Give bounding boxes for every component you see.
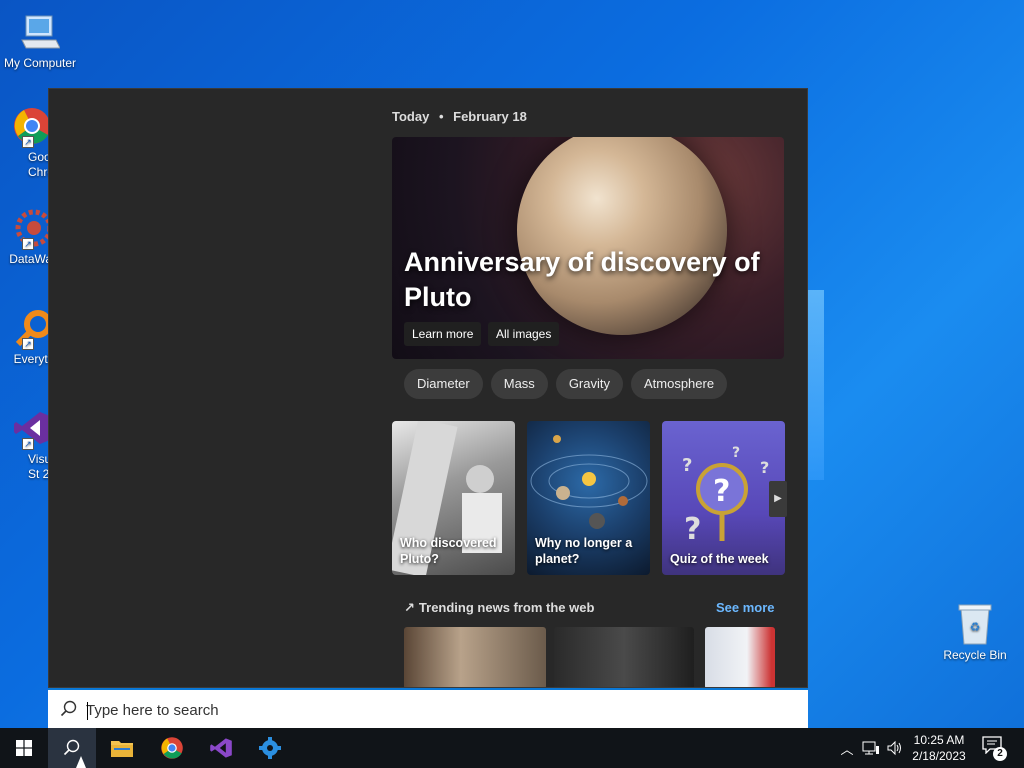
- learn-more-button[interactable]: Learn more: [404, 322, 482, 346]
- folder-icon: [111, 741, 133, 757]
- shortcut-arrow-icon: ↗: [22, 438, 34, 450]
- taskbar-chrome[interactable]: [148, 728, 196, 768]
- clock-time: 10:25 AM: [913, 733, 965, 747]
- taskbar-app-tool[interactable]: [246, 728, 294, 768]
- card-caption: Quiz of the week: [670, 552, 769, 566]
- trending-arrow-icon: ↗: [404, 600, 415, 615]
- svg-text:?: ?: [682, 455, 692, 476]
- today-label: Today: [392, 109, 430, 124]
- visual-studio-icon: [210, 738, 232, 758]
- desktop-icon-label: My Computer: [3, 56, 77, 70]
- mouse-cursor: [76, 756, 86, 768]
- gear-app-icon: [259, 737, 281, 759]
- desktop-icon-recycle-bin[interactable]: ♻ Recycle Bin: [935, 602, 1015, 662]
- desktop-icon-label: Recycle Bin: [943, 648, 1007, 662]
- action-center-button[interactable]: 2: [982, 736, 1007, 761]
- svg-text:?: ?: [684, 512, 701, 547]
- hero-title: Anniversary of discovery of Pluto: [404, 247, 760, 312]
- cards-next-arrow-icon[interactable]: ▶: [769, 481, 787, 517]
- card-caption: Who discovered Pluto?: [400, 536, 497, 566]
- card-who-discovered[interactable]: Who discovered Pluto?: [392, 421, 515, 575]
- volume-icon[interactable]: [886, 740, 904, 756]
- taskbar-visual-studio[interactable]: [197, 728, 245, 768]
- trending-header: ↗ Trending news from the web: [404, 600, 594, 616]
- shortcut-arrow-icon: ↗: [22, 136, 34, 148]
- system-tray: ︿: [838, 728, 904, 768]
- search-icon: [63, 739, 80, 756]
- start-button[interactable]: [0, 728, 48, 768]
- computer-icon: [16, 10, 64, 54]
- search-input[interactable]: [86, 697, 786, 723]
- taskbar-clock[interactable]: 10:25 AM 2/18/2023: [904, 732, 974, 764]
- date-separator: •: [438, 109, 444, 124]
- notification-count-badge: 2: [993, 747, 1007, 761]
- all-images-button[interactable]: All images: [488, 322, 560, 346]
- taskbar-file-explorer[interactable]: [98, 728, 146, 768]
- taskbar-search-box[interactable]: [48, 688, 808, 728]
- svg-text:?: ?: [732, 445, 740, 461]
- date-header: Today • February 18: [392, 109, 527, 124]
- topic-chips: Diameter Mass Gravity Atmosphere: [404, 369, 728, 399]
- chip-gravity[interactable]: Gravity: [555, 369, 623, 399]
- chip-atmosphere[interactable]: Atmosphere: [630, 369, 728, 399]
- topic-cards: Who discovered Pluto? Why no longer a pl…: [392, 421, 785, 575]
- taskbar-search-button[interactable]: [48, 728, 96, 768]
- chrome-icon: [161, 737, 183, 759]
- card-quiz-of-the-week[interactable]: ? ? ? ? ? Quiz of the week: [662, 421, 785, 575]
- news-thumbnail[interactable]: [554, 627, 694, 687]
- card-why-no-longer-planet[interactable]: Why no longer a planet?: [527, 421, 650, 575]
- shortcut-arrow-icon: ↗: [22, 238, 34, 250]
- clock-date: 2/18/2023: [912, 749, 966, 763]
- search-home-panel: Today • February 18 Anniversary of disco…: [48, 88, 808, 688]
- taskbar: ︿ 10:25 AM 2/18/2023 2: [0, 728, 1024, 768]
- svg-text:?: ?: [713, 474, 730, 509]
- news-thumbnail[interactable]: [404, 627, 546, 687]
- svg-text:?: ?: [760, 458, 769, 477]
- recycle-bin-icon: ♻: [951, 602, 999, 646]
- card-caption: Why no longer a planet?: [535, 536, 633, 566]
- chip-mass[interactable]: Mass: [490, 369, 548, 399]
- chip-diameter[interactable]: Diameter: [404, 369, 483, 399]
- windows-logo-icon: [16, 740, 32, 756]
- see-more-link[interactable]: See more: [716, 600, 775, 615]
- news-thumbnail[interactable]: [705, 627, 775, 687]
- search-icon: [60, 700, 77, 717]
- shortcut-arrow-icon: ↗: [22, 338, 34, 350]
- svg-text:♻: ♻: [970, 620, 981, 634]
- date-value: February 18: [453, 109, 527, 124]
- desktop-icon-my-computer[interactable]: My Computer: [0, 10, 80, 70]
- network-icon[interactable]: [862, 740, 880, 756]
- hero-banner[interactable]: Anniversary of discovery of Pluto Learn …: [392, 137, 784, 359]
- text-caret: [87, 702, 88, 720]
- trending-label: Trending news from the web: [418, 600, 595, 615]
- show-hidden-icons-chevron-icon[interactable]: ︿: [838, 739, 856, 758]
